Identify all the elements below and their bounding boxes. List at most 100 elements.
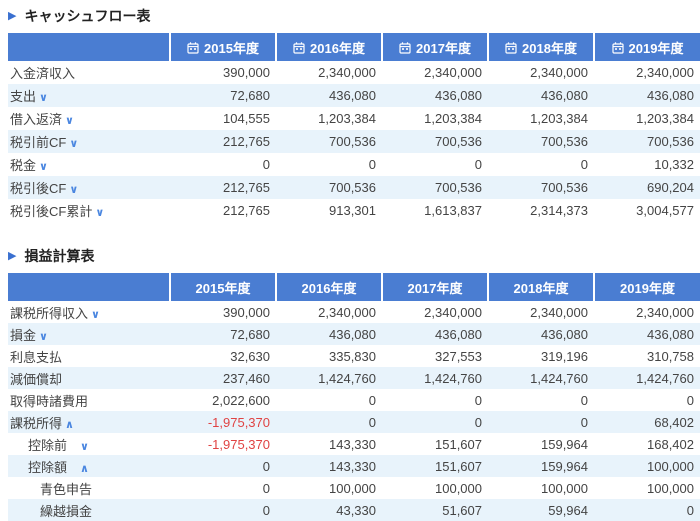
chevron-down-icon[interactable]: ∨ bbox=[95, 207, 104, 219]
value-cell: 2,022,600 bbox=[170, 389, 276, 411]
value-cell: 72,680 bbox=[170, 84, 276, 107]
table-row: 減価償却237,4601,424,7601,424,7601,424,7601,… bbox=[8, 367, 700, 389]
row-label-cell: 入金済収入 bbox=[8, 61, 170, 84]
value-cell: 3,004,577 bbox=[594, 199, 700, 222]
row-label: 課税所得収入 bbox=[10, 306, 88, 321]
value-cell: 1,424,760 bbox=[382, 367, 488, 389]
year-column-header: 2017年度 bbox=[382, 33, 488, 61]
value-cell: 0 bbox=[170, 455, 276, 477]
value-cell: 0 bbox=[170, 499, 276, 521]
row-label: 損金 bbox=[10, 328, 36, 343]
value-cell: 0 bbox=[594, 499, 700, 521]
chevron-down-icon[interactable]: ∨ bbox=[69, 184, 78, 196]
row-label: 利息支払 bbox=[10, 350, 62, 365]
chevron-down-icon[interactable]: ∨ bbox=[69, 138, 78, 150]
calendar-icon bbox=[505, 42, 517, 54]
value-cell: 10,332 bbox=[594, 153, 700, 176]
value-cell: 68,402 bbox=[594, 411, 700, 433]
calendar-icon bbox=[187, 42, 199, 54]
row-label: 減価償却 bbox=[10, 372, 62, 387]
row-label-cell: 利息支払 bbox=[8, 345, 170, 367]
row-label-cell: 税引後CF累計∨ bbox=[8, 199, 170, 222]
row-label-cell: 取得時諸費用 bbox=[8, 389, 170, 411]
table-row: 青色申告0100,000100,000100,000100,000 bbox=[8, 477, 700, 499]
cash-flow-table: 2015年度2016年度2017年度2018年度2019年度入金済収入390,0… bbox=[8, 33, 700, 222]
row-label-cell: 税引前CF∨ bbox=[8, 130, 170, 153]
value-cell: 690,204 bbox=[594, 176, 700, 199]
row-label: 借入返済 bbox=[10, 112, 62, 127]
value-cell: 390,000 bbox=[170, 61, 276, 84]
row-label: 取得時諸費用 bbox=[10, 394, 88, 409]
row-label: 税引前CF bbox=[10, 135, 66, 150]
value-cell: 1,424,760 bbox=[488, 367, 594, 389]
row-label-cell: 青色申告 bbox=[8, 477, 170, 499]
value-cell: 0 bbox=[276, 153, 382, 176]
chevron-down-icon[interactable]: ∨ bbox=[65, 115, 74, 127]
year-label: 2019年度 bbox=[629, 41, 684, 56]
value-cell: 436,080 bbox=[488, 323, 594, 345]
value-cell: 0 bbox=[488, 389, 594, 411]
year-column-header: 2017年度 bbox=[382, 273, 488, 301]
year-label: 2016年度 bbox=[310, 41, 365, 56]
value-cell: 0 bbox=[488, 411, 594, 433]
table-row: 税引後CF∨212,765700,536700,536700,536690,20… bbox=[8, 176, 700, 199]
value-cell: 436,080 bbox=[594, 323, 700, 345]
value-cell: 0 bbox=[382, 389, 488, 411]
value-cell: 159,964 bbox=[488, 455, 594, 477]
value-cell: 159,964 bbox=[488, 433, 594, 455]
section-cash-flow: ▶ キャッシュフロー表 2015年度2016年度2017年度2018年度2019… bbox=[8, 8, 700, 222]
chevron-up-icon[interactable]: ∧ bbox=[80, 463, 89, 475]
value-cell: 59,964 bbox=[488, 499, 594, 521]
value-cell: 168,402 bbox=[594, 433, 700, 455]
year-label: 2018年度 bbox=[514, 281, 569, 296]
value-cell: 436,080 bbox=[276, 323, 382, 345]
value-cell: 212,765 bbox=[170, 176, 276, 199]
value-cell: 700,536 bbox=[488, 130, 594, 153]
row-label: 税引後CF累計 bbox=[10, 204, 92, 219]
value-cell: 436,080 bbox=[488, 84, 594, 107]
year-label: 2015年度 bbox=[204, 41, 259, 56]
value-cell: 319,196 bbox=[488, 345, 594, 367]
row-label: 繰越損金 bbox=[40, 504, 92, 519]
value-cell: 2,340,000 bbox=[594, 301, 700, 323]
chevron-down-icon[interactable]: ∨ bbox=[91, 309, 100, 321]
value-cell: 436,080 bbox=[382, 84, 488, 107]
row-label-cell: 税引後CF∨ bbox=[8, 176, 170, 199]
row-label-cell: 税金∨ bbox=[8, 153, 170, 176]
row-label-cell: 課税所得∧ bbox=[8, 411, 170, 433]
value-cell: 1,613,837 bbox=[382, 199, 488, 222]
table-header-row: 2015年度2016年度2017年度2018年度2019年度 bbox=[8, 273, 700, 301]
value-cell: 151,607 bbox=[382, 433, 488, 455]
year-column-header: 2018年度 bbox=[488, 273, 594, 301]
calendar-icon bbox=[612, 42, 624, 54]
value-cell: 2,314,373 bbox=[488, 199, 594, 222]
table-row: 課税所得収入∨390,0002,340,0002,340,0002,340,00… bbox=[8, 301, 700, 323]
value-cell: 700,536 bbox=[276, 176, 382, 199]
value-cell: 100,000 bbox=[382, 477, 488, 499]
table-row: 控除前∨-1,975,370143,330151,607159,964168,4… bbox=[8, 433, 700, 455]
year-column-header: 2015年度 bbox=[170, 33, 276, 61]
row-label: 課税所得 bbox=[10, 416, 62, 431]
section-collapse-arrow-icon[interactable]: ▶ bbox=[8, 11, 16, 22]
value-cell: 143,330 bbox=[276, 433, 382, 455]
value-cell: 436,080 bbox=[276, 84, 382, 107]
year-label: 2019年度 bbox=[620, 281, 675, 296]
value-cell: 913,301 bbox=[276, 199, 382, 222]
row-label: 支出 bbox=[10, 89, 36, 104]
chevron-down-icon[interactable]: ∨ bbox=[39, 161, 48, 173]
section-header-cash-flow: ▶ キャッシュフロー表 bbox=[8, 8, 700, 24]
year-label: 2017年度 bbox=[416, 41, 471, 56]
calendar-icon bbox=[399, 42, 411, 54]
chevron-down-icon[interactable]: ∨ bbox=[39, 92, 48, 104]
value-cell: 2,340,000 bbox=[488, 61, 594, 84]
chevron-down-icon[interactable]: ∨ bbox=[39, 331, 48, 343]
chevron-up-icon[interactable]: ∧ bbox=[65, 419, 74, 431]
value-cell: 2,340,000 bbox=[276, 301, 382, 323]
year-label: 2015年度 bbox=[196, 281, 251, 296]
chevron-down-icon[interactable]: ∨ bbox=[80, 441, 89, 453]
section-collapse-arrow-icon[interactable]: ▶ bbox=[8, 251, 16, 262]
value-cell: 700,536 bbox=[382, 176, 488, 199]
value-cell: 0 bbox=[382, 411, 488, 433]
corner-header-cell bbox=[8, 33, 170, 61]
section-profit-loss: ▶ 損益計算表 2015年度2016年度2017年度2018年度2019年度課税… bbox=[8, 248, 700, 521]
